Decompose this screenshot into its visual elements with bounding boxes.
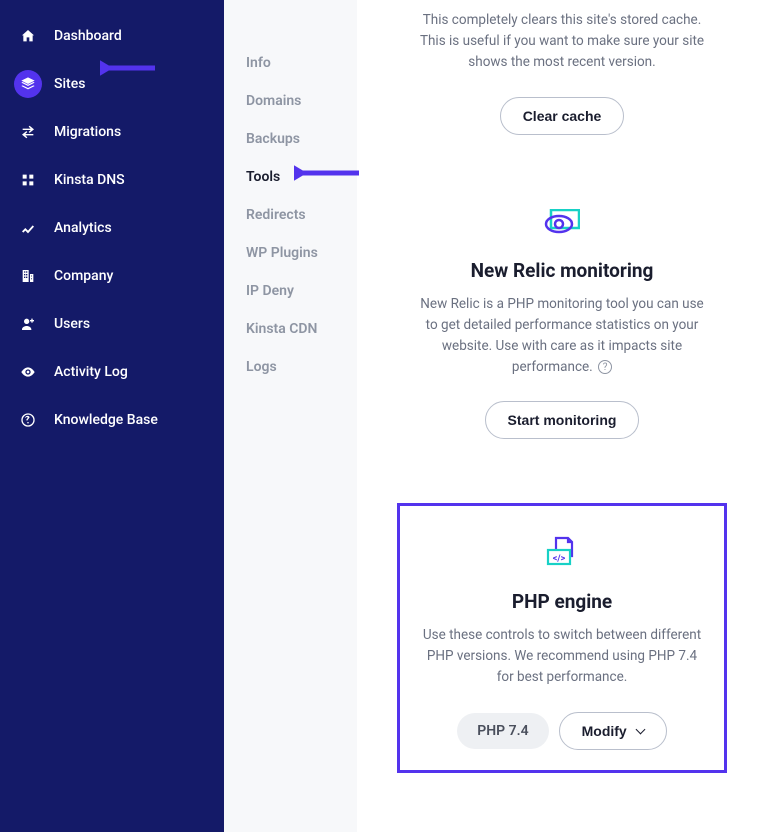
sidebar-item-migrations[interactable]: Migrations: [0, 108, 224, 156]
card-title: PHP engine: [418, 590, 706, 613]
sidebar-item-label: Knowledge Base: [54, 412, 158, 428]
sidebar-item-dashboard[interactable]: Dashboard: [0, 12, 224, 60]
card-php-engine-highlight: </> PHP engine Use these controls to swi…: [397, 503, 727, 773]
card-title: New Relic monitoring: [417, 259, 707, 282]
modify-php-button[interactable]: Modify: [559, 712, 667, 750]
home-icon: [14, 22, 42, 50]
sidebar-item-label: Analytics: [54, 220, 112, 236]
migrations-icon: [14, 118, 42, 146]
subnav-item-label: Domains: [246, 93, 301, 109]
sidebar-item-sites[interactable]: Sites: [0, 60, 224, 108]
subnav-item-label: Info: [246, 55, 271, 71]
subnav-item-logs[interactable]: Logs: [246, 348, 357, 386]
main-sidebar: Dashboard Sites Migrations Kinsta DNS An…: [0, 0, 224, 832]
main-content: This completely clears this site's store…: [357, 0, 767, 832]
sidebar-item-users[interactable]: Users: [0, 300, 224, 348]
sidebar-item-label: Kinsta DNS: [54, 172, 125, 188]
analytics-icon: [14, 214, 42, 242]
company-icon: [14, 262, 42, 290]
sidebar-item-company[interactable]: Company: [0, 252, 224, 300]
sidebar-item-label: Dashboard: [54, 28, 122, 44]
card-new-relic: New Relic monitoring New Relic is a PHP …: [397, 169, 727, 474]
chevron-down-icon: [635, 725, 645, 735]
eye-icon: [14, 358, 42, 386]
subnav-item-domains[interactable]: Domains: [246, 82, 357, 120]
subnav-item-tools[interactable]: Tools: [246, 158, 357, 196]
card-desc-text: New Relic is a PHP monitoring tool you c…: [420, 296, 703, 375]
sidebar-item-kinsta-dns[interactable]: Kinsta DNS: [0, 156, 224, 204]
php-engine-icon: </>: [544, 534, 580, 572]
users-icon: [14, 310, 42, 338]
sidebar-item-label: Activity Log: [54, 364, 128, 380]
php-version-badge: PHP 7.4: [457, 713, 548, 749]
php-version-label: PHP 7.4: [477, 723, 528, 739]
new-relic-eye-icon: [544, 203, 580, 241]
subnav-item-kinsta-cdn[interactable]: Kinsta CDN: [246, 310, 357, 348]
sidebar-item-knowledge-base[interactable]: Knowledge Base: [0, 396, 224, 444]
clear-cache-button[interactable]: Clear cache: [500, 97, 625, 135]
subnav-item-redirects[interactable]: Redirects: [246, 196, 357, 234]
sidebar-item-analytics[interactable]: Analytics: [0, 204, 224, 252]
subnav-item-ip-deny[interactable]: IP Deny: [246, 272, 357, 310]
subnav-item-label: Redirects: [246, 207, 306, 223]
annotation-arrow-tools: [294, 161, 364, 185]
card-clear-cache: This completely clears this site's store…: [397, 0, 727, 169]
svg-text:</>: </>: [553, 554, 566, 564]
subnav-item-label: Tools: [246, 169, 280, 185]
card-desc: Use these controls to switch between dif…: [418, 625, 706, 688]
button-label: Modify: [582, 723, 627, 739]
sidebar-item-activity-log[interactable]: Activity Log: [0, 348, 224, 396]
subnav-item-label: Kinsta CDN: [246, 321, 317, 337]
sidebar-item-label: Company: [54, 268, 113, 284]
info-icon[interactable]: ?: [598, 360, 612, 374]
subnav-item-label: IP Deny: [246, 283, 294, 299]
dns-icon: [14, 166, 42, 194]
button-label: Clear cache: [523, 108, 602, 124]
sidebar-item-label: Users: [54, 316, 90, 332]
start-monitoring-button[interactable]: Start monitoring: [485, 401, 640, 439]
site-subnav: Info Domains Backups Tools Redirects WP …: [224, 0, 357, 832]
sidebar-item-label: Sites: [54, 76, 85, 92]
subnav-item-label: WP Plugins: [246, 245, 318, 261]
subnav-item-label: Backups: [246, 131, 300, 147]
layers-icon: [14, 70, 42, 98]
help-icon: [14, 406, 42, 434]
subnav-item-info[interactable]: Info: [246, 44, 357, 82]
button-label: Start monitoring: [508, 412, 617, 428]
card-desc: New Relic is a PHP monitoring tool you c…: [417, 294, 707, 378]
subnav-item-wp-plugins[interactable]: WP Plugins: [246, 234, 357, 272]
subnav-item-label: Logs: [246, 359, 277, 375]
sidebar-item-label: Migrations: [54, 124, 121, 140]
card-desc: This completely clears this site's store…: [417, 10, 707, 73]
subnav-item-backups[interactable]: Backups: [246, 120, 357, 158]
